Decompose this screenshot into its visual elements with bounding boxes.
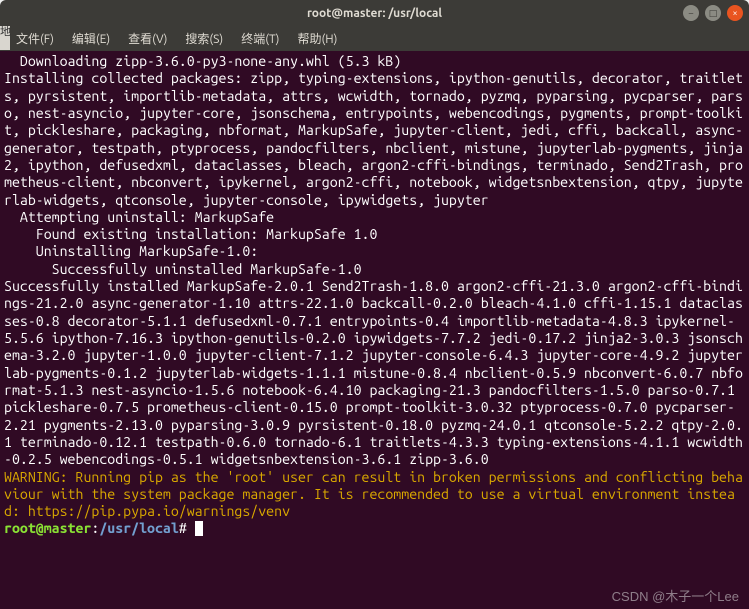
prompt-path: /usr/local [99, 520, 178, 536]
menu-view[interactable]: 查看(V) [120, 27, 175, 50]
term-warning: WARNING: Running pip as the 'root' user … [4, 469, 743, 520]
prompt-char: # [179, 520, 187, 536]
menu-help[interactable]: 帮助(H) [289, 27, 345, 50]
menubar: 文件(F) 编辑(E) 查看(V) 搜索(S) 终端(T) 帮助(H) [0, 26, 749, 51]
cursor [195, 521, 203, 536]
term-line: Attempting uninstall: MarkupSafe [4, 209, 274, 225]
menu-search[interactable]: 搜索(S) [177, 27, 231, 50]
term-line: Successfully uninstalled MarkupSafe-1.0 [4, 261, 362, 277]
minimize-button[interactable]: – [683, 5, 699, 21]
window-title: root@master: /usr/local [307, 7, 442, 20]
term-line: Downloading zipp-3.6.0-py3-none-any.whl … [4, 53, 401, 69]
menu-terminal[interactable]: 终端(T) [233, 27, 287, 50]
terminal-area[interactable]: Downloading zipp-3.6.0-py3-none-any.whl … [0, 51, 749, 609]
menu-file[interactable]: 文件(F) [8, 27, 62, 50]
watermark: CSDN @木子一个Lee [612, 589, 739, 605]
term-line: Installing collected packages: zipp, typ… [4, 70, 743, 207]
window-controls: – □ × [683, 5, 743, 21]
term-line: Uninstalling MarkupSafe-1.0: [4, 243, 258, 259]
menu-edit[interactable]: 编辑(E) [64, 27, 118, 50]
titlebar: root@master: /usr/local – □ × [0, 0, 749, 26]
prompt: root@master:/usr/local# [4, 520, 203, 536]
side-tab: 地 [0, 26, 10, 50]
prompt-user-host: root@master [4, 520, 91, 536]
term-line: Found existing installation: MarkupSafe … [4, 226, 377, 242]
maximize-button[interactable]: □ [705, 5, 721, 21]
term-line: Successfully installed MarkupSafe-2.0.1 … [4, 278, 743, 467]
close-button[interactable]: × [727, 5, 743, 21]
